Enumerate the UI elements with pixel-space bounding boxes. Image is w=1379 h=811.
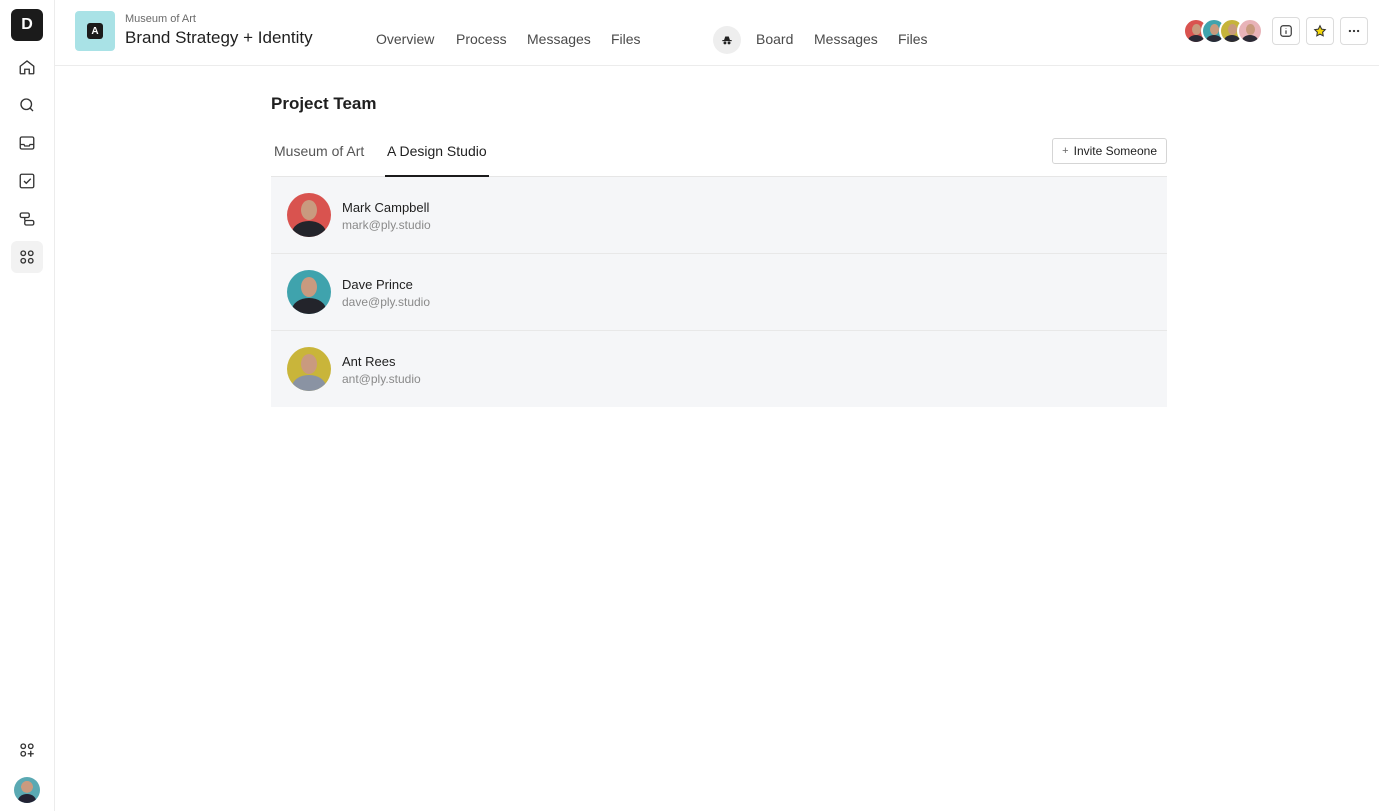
avatar: [287, 193, 331, 237]
nav-files[interactable]: Files: [611, 31, 641, 47]
app-logo[interactable]: D: [11, 9, 43, 41]
nav-overview[interactable]: Overview: [376, 31, 434, 47]
home-icon[interactable]: [11, 51, 43, 83]
search-icon[interactable]: [11, 89, 43, 121]
project-header: A Museum of Art Brand Strategy + Identit…: [55, 0, 1379, 66]
page-title: Project Team: [271, 94, 377, 113]
tab-a-design-studio[interactable]: A Design Studio: [385, 143, 489, 177]
nav-team-messages[interactable]: Messages: [814, 31, 878, 47]
invite-label: Invite Someone: [1073, 144, 1157, 158]
member-name: Ant Rees: [342, 354, 396, 369]
info-button[interactable]: [1272, 17, 1300, 45]
member-name: Dave Prince: [342, 277, 413, 292]
inbox-icon[interactable]: [11, 127, 43, 159]
avatar[interactable]: [1237, 18, 1263, 44]
team-tabs: Museum of Art A Design Studio + Invite S…: [271, 138, 1167, 177]
more-button[interactable]: [1340, 17, 1368, 45]
member-email: dave@ply.studio: [342, 295, 431, 309]
member-email: mark@ply.studio: [342, 218, 431, 232]
incognito-icon: [713, 26, 741, 54]
more-icon: [1348, 29, 1360, 33]
nav-messages[interactable]: Messages: [527, 31, 591, 47]
sidebar: D: [0, 0, 55, 811]
apps-grid-icon[interactable]: [11, 241, 43, 273]
nav-process[interactable]: Process: [456, 31, 507, 47]
avatar: [287, 347, 331, 391]
client-name[interactable]: Museum of Art: [125, 13, 196, 25]
avatar: [287, 270, 331, 314]
badge-letter: A: [87, 23, 103, 39]
plus-icon: +: [1062, 145, 1069, 157]
list-item[interactable]: Dave Prince dave@ply.studio: [271, 254, 1167, 331]
member-name: Mark Campbell: [342, 200, 430, 215]
member-list: Mark Campbell mark@ply.studio Dave Princ…: [271, 177, 1167, 407]
workflow-icon[interactable]: [11, 203, 43, 235]
info-icon: [1280, 25, 1292, 37]
add-app-icon[interactable]: [11, 734, 43, 766]
tab-museum-of-art[interactable]: Museum of Art: [272, 143, 366, 177]
nav-board[interactable]: Board: [756, 31, 793, 47]
invite-someone-button[interactable]: + Invite Someone: [1052, 138, 1167, 164]
logo-letter: D: [21, 16, 33, 33]
star-icon: [1313, 24, 1327, 37]
project-title[interactable]: Brand Strategy + Identity: [125, 28, 313, 48]
list-item[interactable]: Mark Campbell mark@ply.studio: [271, 177, 1167, 254]
member-email: ant@ply.studio: [342, 372, 421, 386]
tasks-icon[interactable]: [11, 165, 43, 197]
nav-team-files[interactable]: Files: [898, 31, 928, 47]
favorite-button[interactable]: [1306, 17, 1334, 45]
user-avatar[interactable]: [14, 777, 40, 803]
list-item[interactable]: Ant Rees ant@ply.studio: [271, 331, 1167, 407]
project-badge[interactable]: A: [75, 11, 115, 51]
